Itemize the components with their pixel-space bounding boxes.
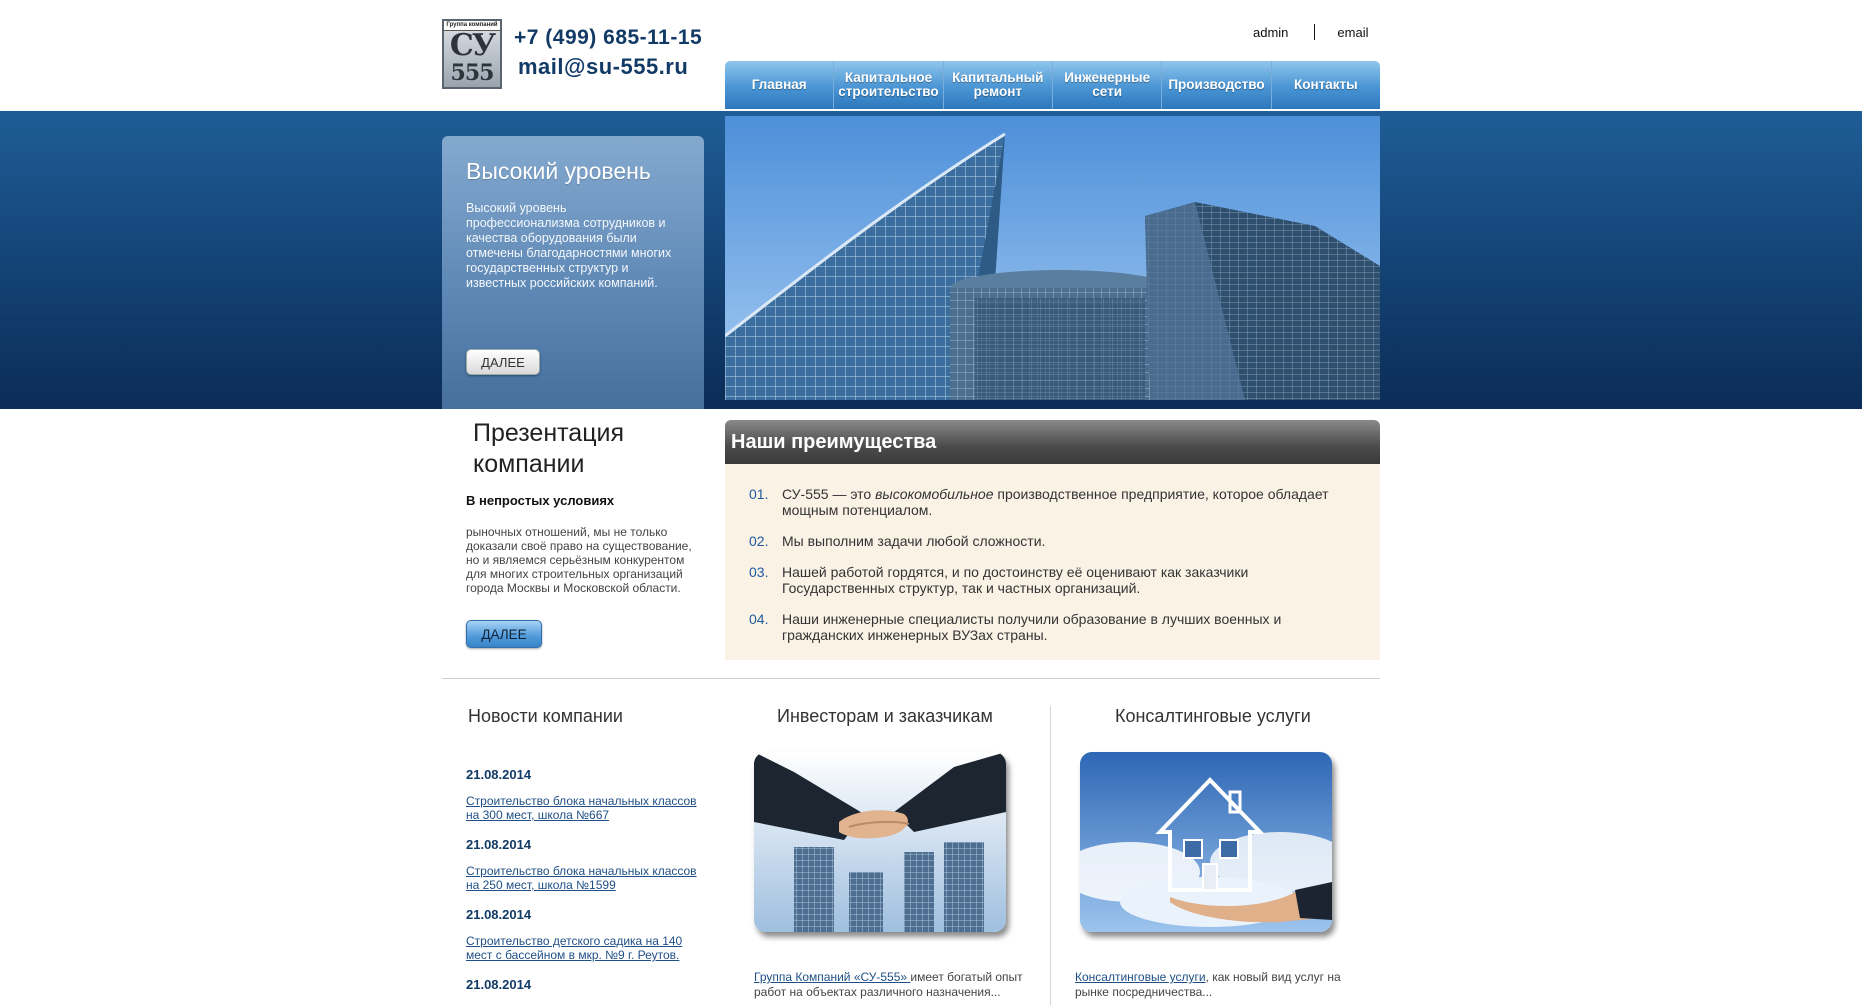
consulting-description: Консалтинговые услуги, как новый вид усл… bbox=[1075, 970, 1341, 999]
hero-promo-box: Высокий уровень Высокий уровень професси… bbox=[442, 136, 704, 409]
house-on-hand-photo[interactable] bbox=[1080, 752, 1332, 932]
section-divider bbox=[442, 678, 1380, 679]
news-link[interactable]: Строительство блока начальных классов на… bbox=[466, 794, 704, 822]
top-links: admin email bbox=[1253, 24, 1369, 40]
advantage-text: СУ-555 — это высокомобильное производств… bbox=[782, 486, 1329, 518]
advantages-title: Наши преимущества bbox=[725, 420, 1380, 464]
advantage-item: 04. Наши инженерные специалисты получили… bbox=[749, 611, 1350, 643]
consulting-link[interactable]: Консалтинговые услуги bbox=[1075, 970, 1206, 984]
news-link[interactable]: Строительство детского садика на 140 мес… bbox=[466, 934, 704, 962]
news-link[interactable]: Строительство блока начальных классов на… bbox=[466, 864, 704, 892]
nav-item-contacts[interactable]: Контакты bbox=[1272, 61, 1380, 109]
column-divider bbox=[1050, 706, 1051, 1005]
presentation-text: рыночных отношений, мы не только доказал… bbox=[466, 525, 692, 595]
advantage-text: Наши инженерные специалисты получили обр… bbox=[782, 611, 1282, 643]
hero-skyscrapers-image bbox=[725, 116, 1380, 400]
hero-more-button[interactable]: ДАЛЕЕ bbox=[466, 349, 540, 375]
advantage-item: 03. Нашей работой гордятся, и по достоин… bbox=[749, 564, 1350, 596]
handshake-illustration bbox=[754, 752, 1006, 932]
news-date: 21.08.2014 bbox=[466, 977, 532, 992]
header-phone: +7 (499) 685-11-15 bbox=[514, 26, 703, 49]
handshake-photo[interactable] bbox=[754, 752, 1006, 932]
advantage-item: 02. Мы выполним задачи любой сложности. bbox=[749, 533, 1350, 549]
logo-mark-digits: 555 bbox=[450, 60, 495, 86]
advantage-text: Нашей работой гордятся, и по достоинству… bbox=[782, 564, 1249, 596]
consulting-title: Консалтинговые услуги bbox=[1115, 706, 1311, 726]
advantages-list: 01. СУ-555 — это высокомобильное произво… bbox=[725, 464, 1380, 660]
news-date: 21.08.2014 bbox=[466, 767, 532, 782]
logo-mark-letters: СУ bbox=[449, 28, 496, 63]
nav-item-capital-construction[interactable]: Капитальное строительство bbox=[834, 61, 944, 109]
email-link[interactable]: email bbox=[1337, 25, 1368, 40]
nav-item-home[interactable]: Главная bbox=[725, 61, 835, 109]
nav-item-engineering-networks[interactable]: Инженерные сети bbox=[1053, 61, 1163, 109]
header-email[interactable]: mail@su-555.ru bbox=[518, 54, 688, 80]
nav-item-capital-repair[interactable]: Капитальный ремонт bbox=[944, 61, 1053, 109]
presentation-more-button[interactable]: ДАЛЕЕ bbox=[466, 620, 542, 648]
investors-description: Группа Компаний «СУ-555» имеет богатый о… bbox=[754, 970, 1023, 999]
admin-link[interactable]: admin bbox=[1253, 25, 1288, 40]
investors-title: Инвесторам и заказчикам bbox=[777, 706, 993, 726]
skyscrapers-illustration bbox=[725, 116, 1380, 400]
presentation-title: Презентация компании bbox=[473, 419, 625, 478]
news-date: 21.08.2014 bbox=[466, 837, 532, 852]
top-links-separator bbox=[1314, 24, 1316, 40]
main-nav: Главная Капитальное строительство Капита… bbox=[725, 61, 1380, 109]
advantage-number: 04. bbox=[749, 611, 769, 627]
news-date: 21.08.2014 bbox=[466, 907, 532, 922]
news-title: Новости компании bbox=[468, 706, 623, 726]
advantage-number: 02. bbox=[749, 533, 769, 549]
advantage-item: 01. СУ-555 — это высокомобильное произво… bbox=[749, 486, 1350, 518]
advantage-number: 01. bbox=[749, 486, 769, 502]
nav-item-production[interactable]: Производство bbox=[1162, 61, 1272, 109]
hero-text: Высокий уровень профессионализма сотрудн… bbox=[466, 201, 672, 290]
presentation-subtitle: В непростых условиях bbox=[466, 493, 615, 508]
company-logo[interactable]: Группа компаний СУ 555 bbox=[442, 19, 502, 89]
house-illustration bbox=[1080, 752, 1332, 932]
advantage-text: Мы выполним задачи любой сложности. bbox=[782, 533, 1046, 549]
investors-link[interactable]: Группа Компаний «СУ-555» bbox=[754, 970, 910, 984]
hero-title: Высокий уровень bbox=[466, 158, 651, 184]
advantage-number: 03. bbox=[749, 564, 769, 580]
